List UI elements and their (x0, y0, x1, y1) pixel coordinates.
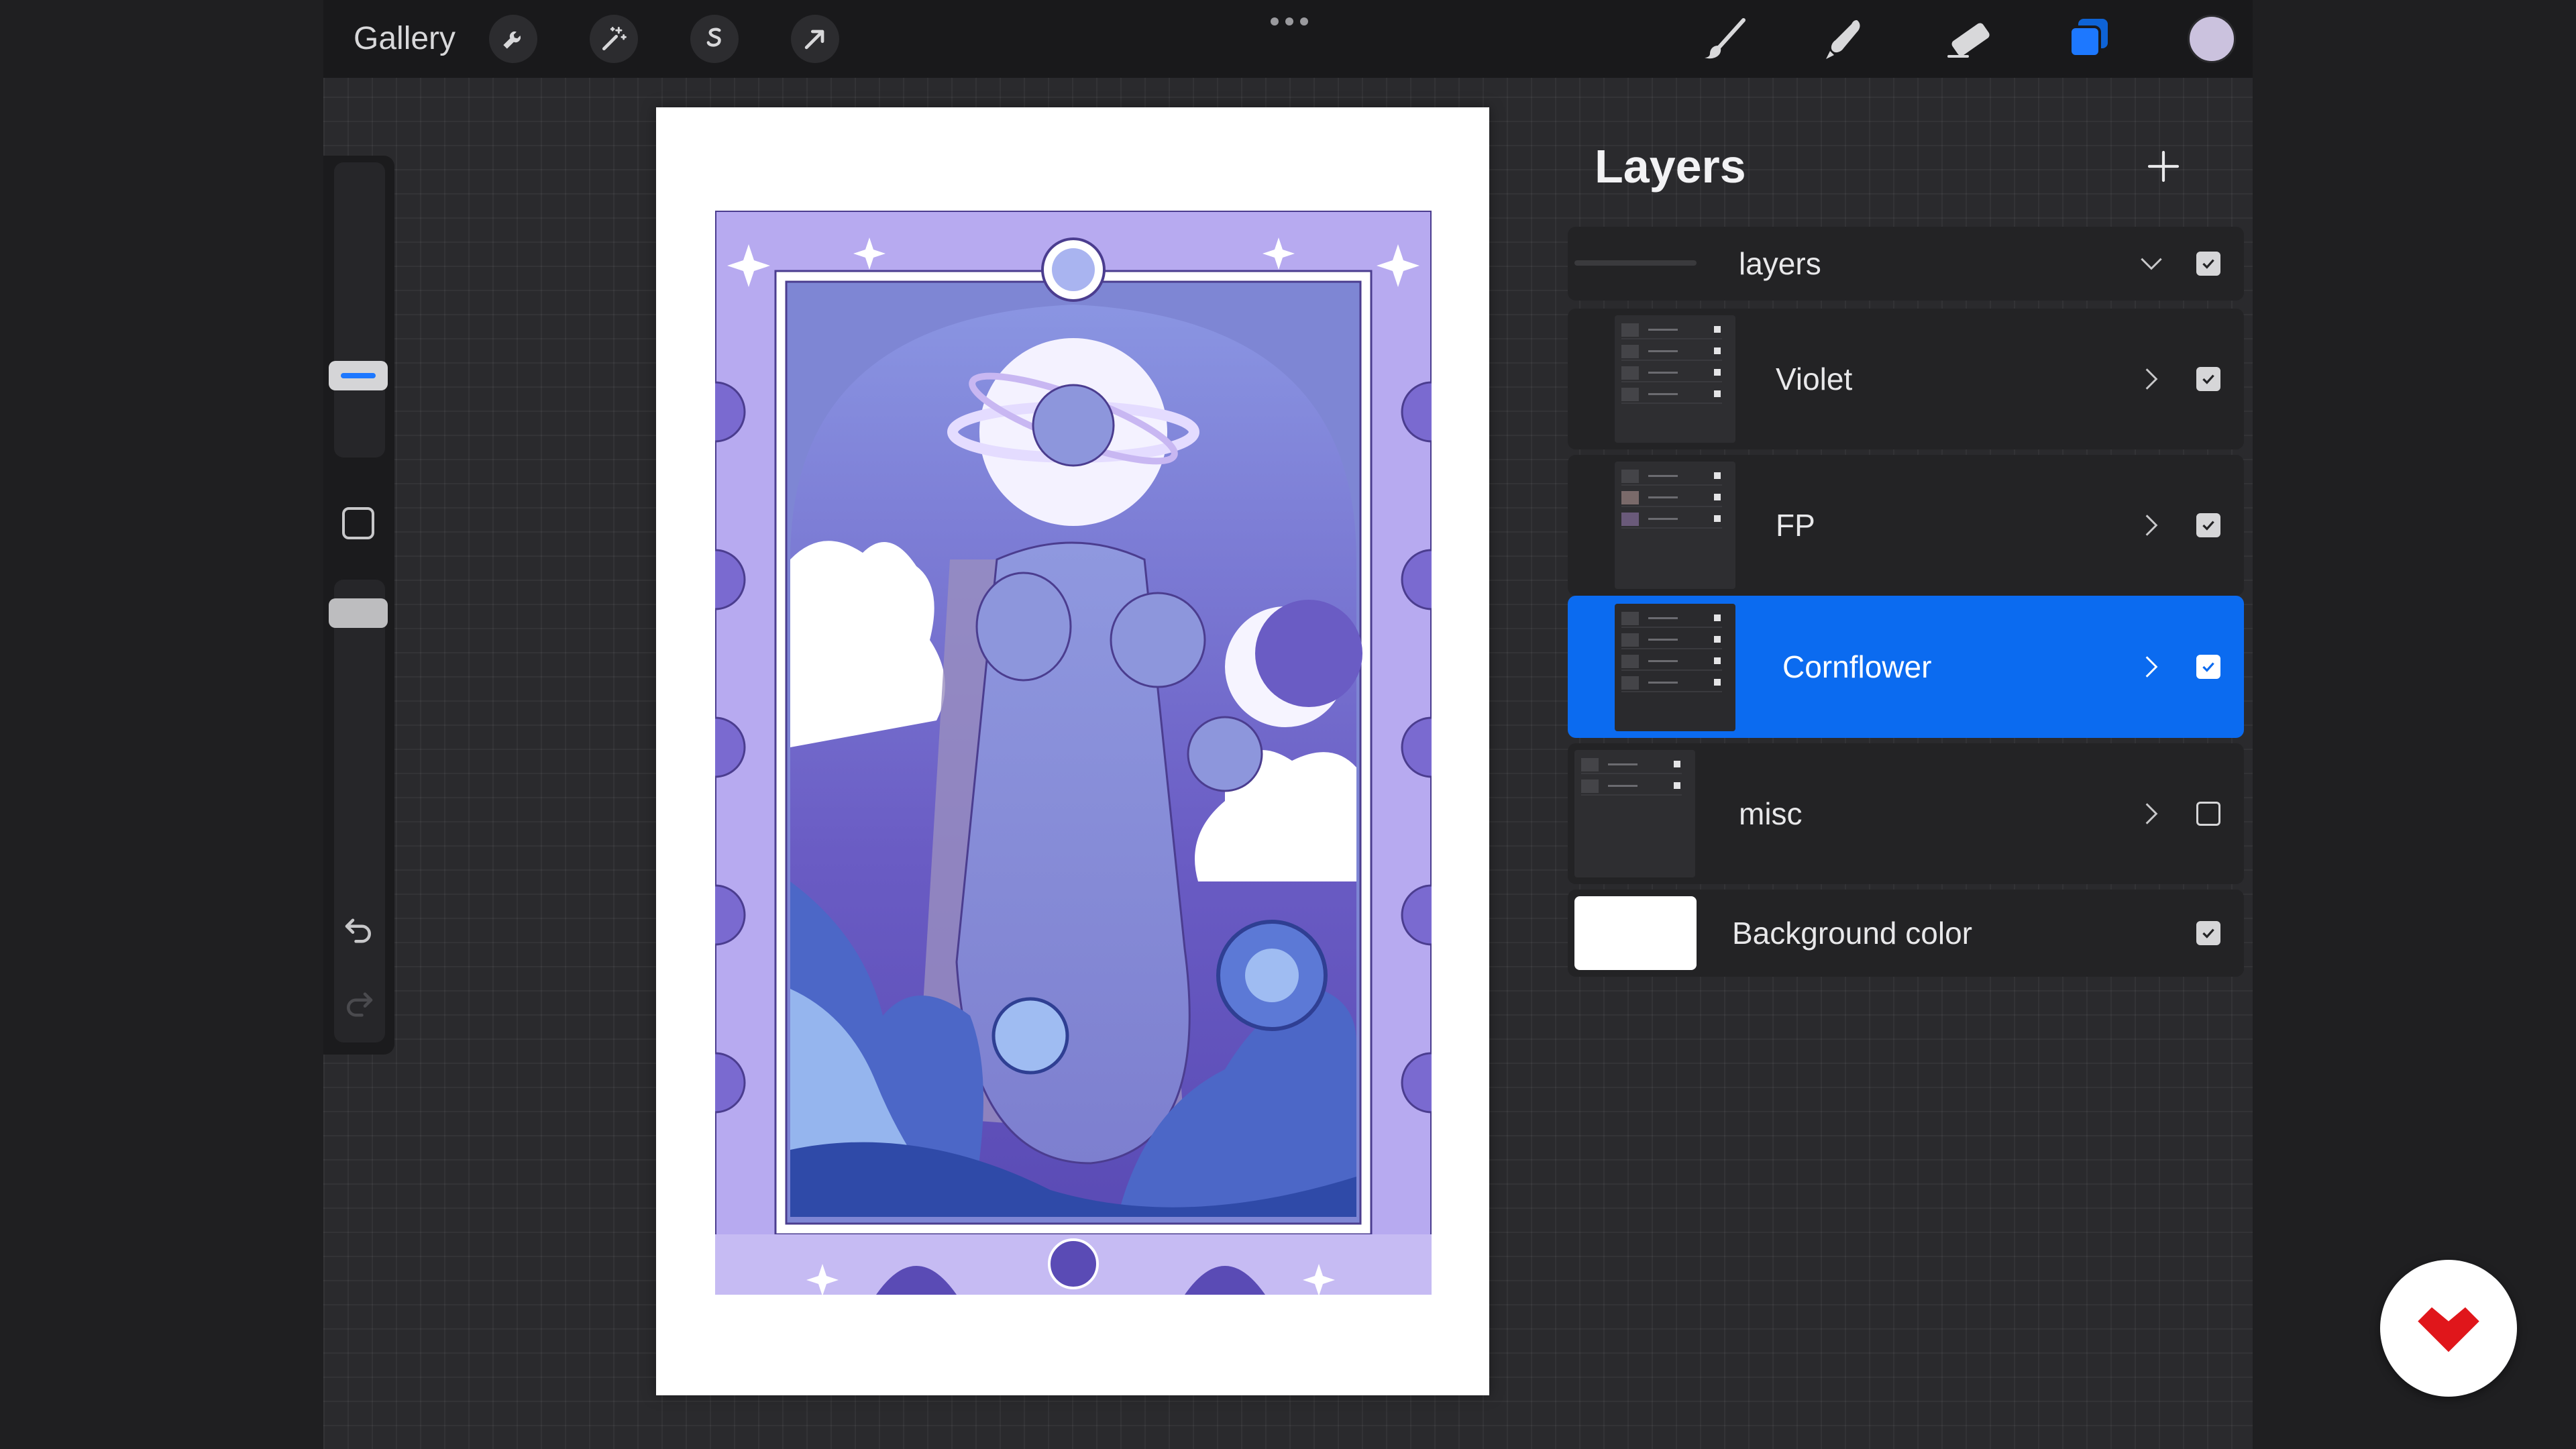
chevron-right-icon[interactable] (2137, 795, 2166, 833)
eraser-icon (1947, 23, 1990, 58)
layer-visibility-checkbox[interactable] (2196, 655, 2220, 679)
group-thumbnail (1574, 260, 1697, 266)
eraser-tool-button[interactable] (1941, 12, 1994, 66)
plus-icon (2147, 150, 2180, 182)
layer-visibility-checkbox[interactable] (2196, 367, 2220, 391)
background-visibility-checkbox[interactable] (2196, 921, 2220, 945)
transform-button[interactable] (791, 15, 839, 63)
layer-name: misc (1739, 796, 1803, 831)
layer-group-row[interactable]: layers (1568, 227, 2244, 301)
brush-icon (1705, 18, 1746, 59)
transform-arrow-icon (804, 30, 824, 50)
check-icon (2202, 259, 2214, 269)
more-options-icon[interactable] (1268, 13, 1311, 30)
layer-visibility-checkbox[interactable] (2196, 513, 2220, 537)
add-layer-button[interactable] (2135, 138, 2192, 195)
procreate-screen: Gallery Layers layers Violet FP Cornflow… (323, 0, 2253, 1449)
artwork-illustration (715, 211, 1432, 1295)
layer-thumbnail (1615, 315, 1735, 443)
layer-thumbnail (1574, 750, 1695, 877)
brand-logo-icon (2418, 1307, 2479, 1352)
layer-visibility-checkbox[interactable] (2196, 802, 2220, 826)
gallery-button[interactable]: Gallery (354, 20, 455, 58)
chevron-down-icon[interactable] (2137, 245, 2166, 282)
layer-name: Cornflower (1782, 649, 1932, 684)
top-toolbar: Gallery (323, 0, 2253, 78)
layers-panel: Layers layers Violet FP Cornflower misc … (1568, 109, 2244, 1001)
layer-row-background[interactable]: Background color (1568, 890, 2244, 977)
actions-wrench-button[interactable] (489, 15, 537, 63)
chevron-right-icon[interactable] (2137, 360, 2166, 398)
group-visibility-checkbox[interactable] (2196, 252, 2220, 276)
brush-size-slider[interactable] (334, 162, 385, 458)
group-name: layers (1739, 246, 1821, 281)
layers-icon (2069, 19, 2108, 58)
layer-thumbnail (1615, 604, 1735, 731)
layer-name: Background color (1732, 916, 1972, 951)
layer-name: Violet (1776, 362, 1853, 396)
layer-row-fp[interactable]: FP (1568, 455, 2244, 596)
check-icon (2202, 662, 2214, 672)
brand-logo (2380, 1260, 2517, 1397)
redo-icon[interactable] (341, 983, 377, 1020)
selection-button[interactable] (690, 15, 739, 63)
layer-row-violet[interactable]: Violet (1568, 309, 2244, 449)
layer-thumbnail (1615, 462, 1735, 589)
smudge-icon (1826, 20, 1860, 59)
check-icon (2202, 521, 2214, 531)
opacity-handle[interactable] (329, 598, 388, 628)
opacity-slider[interactable] (334, 580, 385, 1042)
selection-icon (706, 28, 721, 47)
layer-row-cornflower[interactable]: Cornflower (1568, 596, 2244, 738)
adjustments-button[interactable] (590, 15, 638, 63)
left-sidebar (323, 156, 394, 1055)
layer-name: FP (1776, 508, 1815, 543)
brush-size-handle[interactable] (329, 361, 388, 390)
wrench-icon (503, 32, 521, 49)
layers-tool-button[interactable] (2062, 12, 2116, 66)
chevron-right-icon[interactable] (2137, 506, 2166, 544)
chevron-right-icon[interactable] (2137, 648, 2166, 686)
modify-button[interactable] (342, 507, 374, 539)
drawing-canvas[interactable] (656, 107, 1489, 1395)
check-icon (2202, 374, 2214, 384)
smudge-tool-button[interactable] (1819, 12, 1873, 66)
brush-tool-button[interactable] (1698, 12, 1752, 66)
magic-wand-icon (602, 27, 627, 51)
layers-panel-title: Layers (1595, 140, 1746, 193)
undo-icon[interactable] (341, 910, 377, 946)
layer-row-misc[interactable]: misc (1568, 743, 2244, 884)
background-color-swatch[interactable] (1574, 896, 1697, 970)
color-picker-button[interactable] (2188, 15, 2236, 63)
check-icon (2202, 928, 2214, 938)
